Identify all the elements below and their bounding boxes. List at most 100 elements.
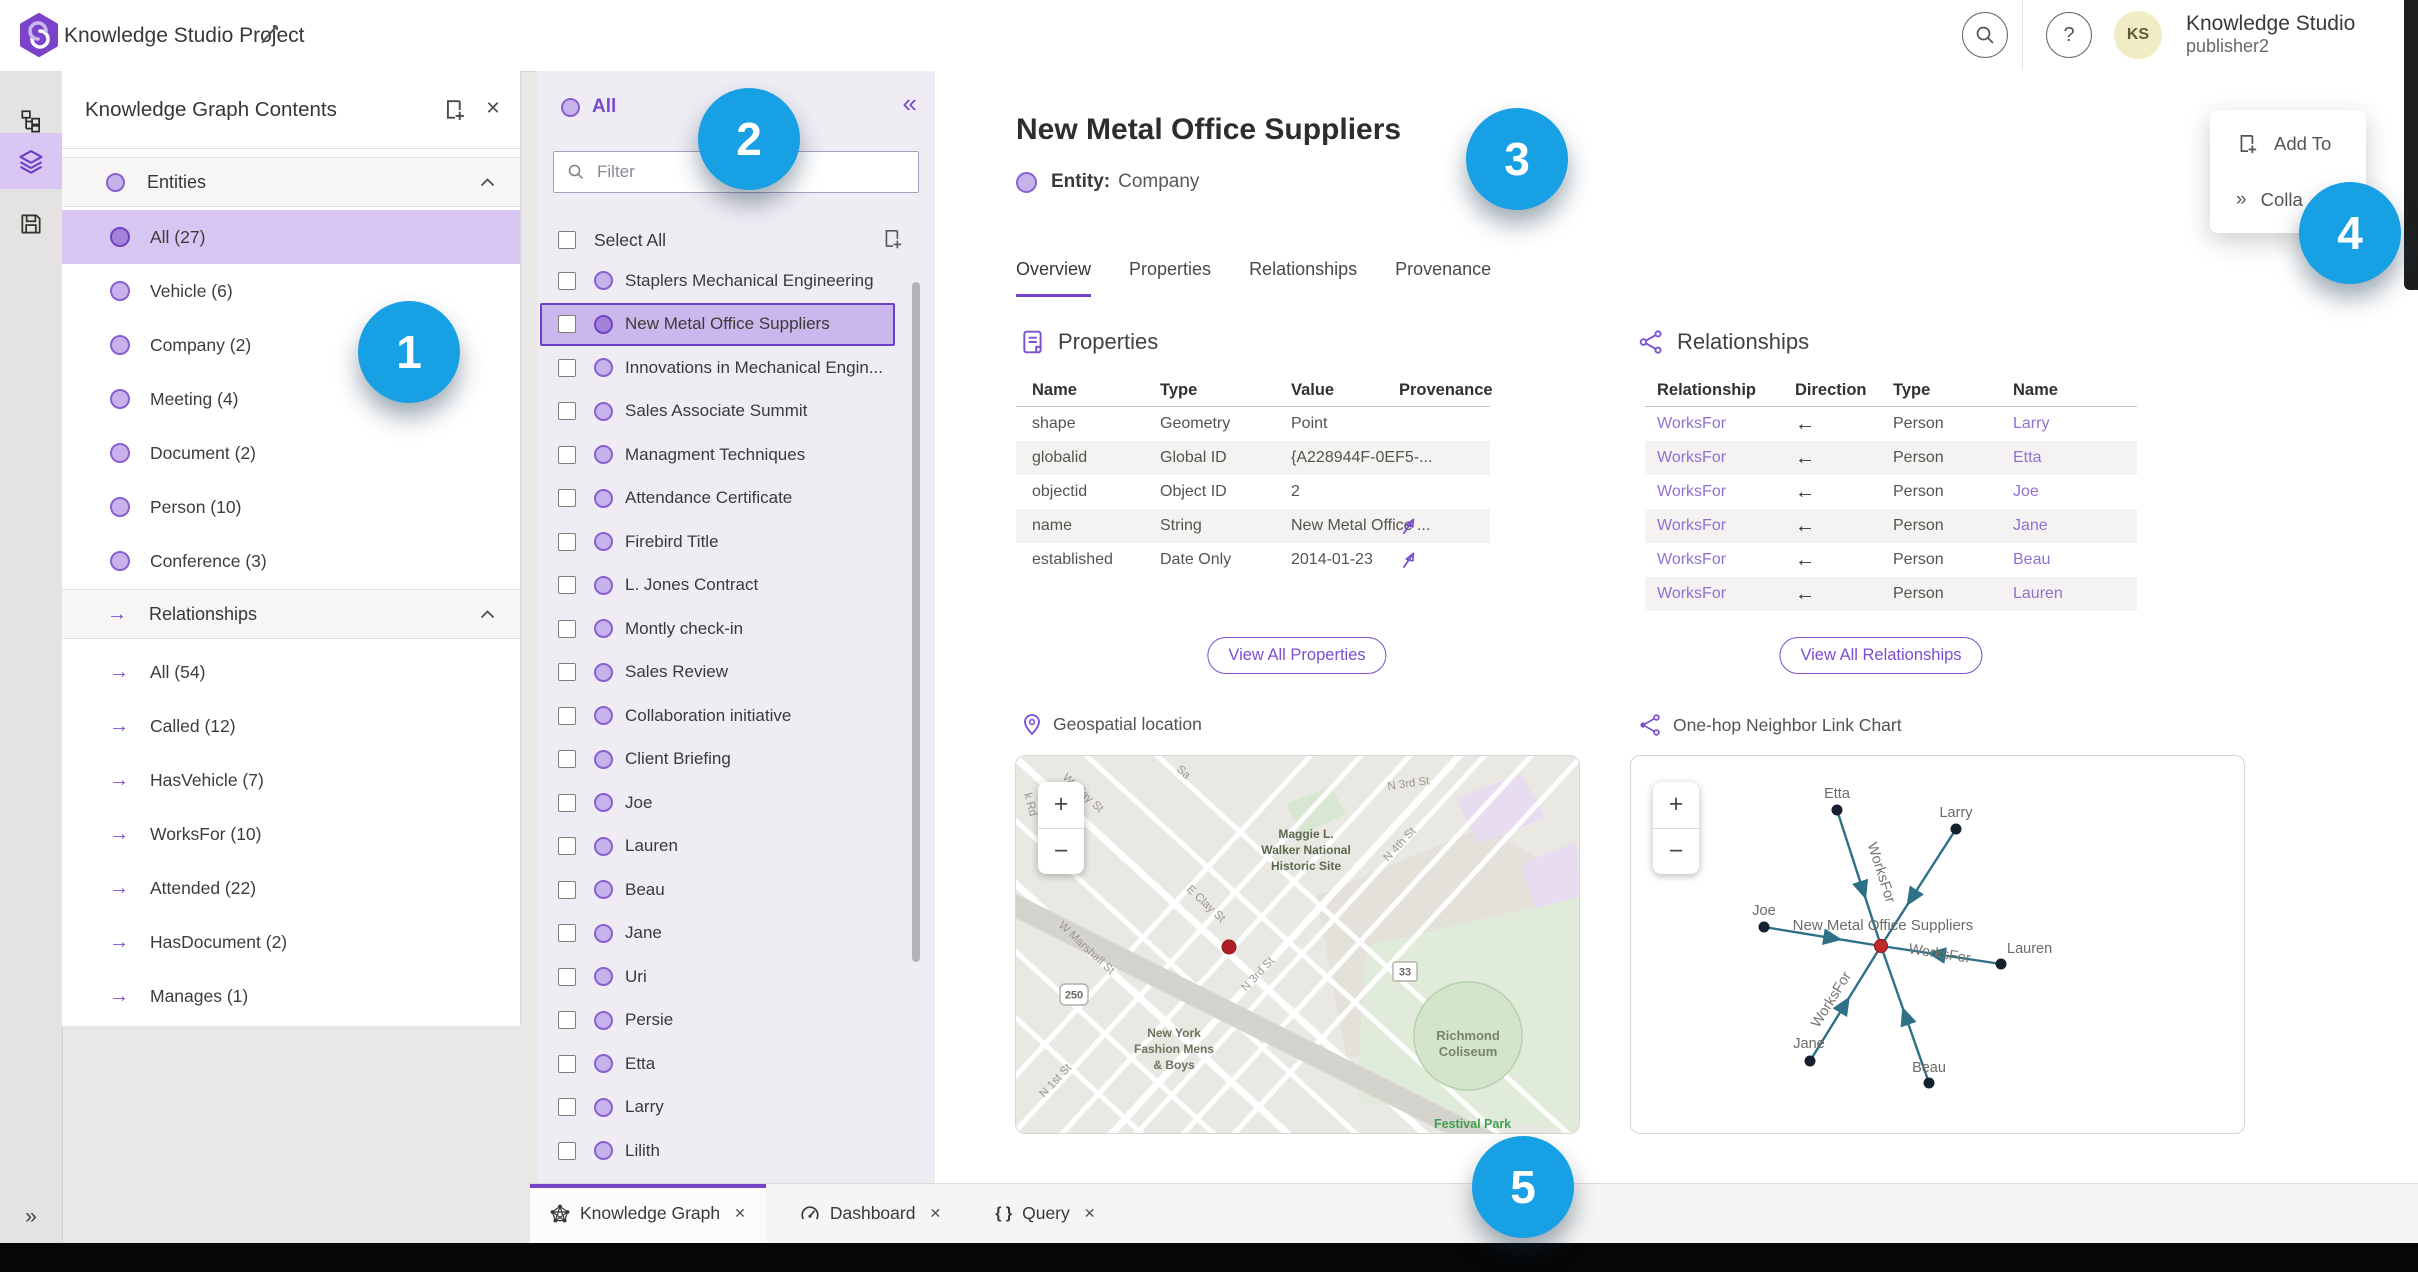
related-name-link[interactable]: Jane	[2013, 517, 2149, 535]
zoom-in-button[interactable]: +	[1038, 782, 1084, 829]
close-panel-button[interactable]: ✕	[478, 93, 508, 123]
item-checkbox[interactable]	[558, 315, 576, 334]
property-row[interactable]: globalid Global ID {A228944F-0EF5-...	[1016, 441, 1490, 475]
close-tab-icon[interactable]: ✕	[734, 1205, 746, 1222]
node-larry[interactable]	[1950, 823, 1962, 835]
tab-knowledge-graph[interactable]: Knowledge Graph ✕	[530, 1184, 766, 1243]
item-checkbox[interactable]	[558, 358, 576, 377]
item-checkbox[interactable]	[558, 271, 576, 290]
search-button[interactable]	[1962, 12, 2008, 58]
relationship-type-row[interactable]: → HasDocument (2)	[62, 915, 520, 969]
chevron-up-icon[interactable]	[480, 177, 495, 187]
relationship-type-row[interactable]: → Manages (1)	[62, 969, 520, 1023]
list-item[interactable]: Managment Techniques	[540, 433, 895, 477]
related-name-link[interactable]: Lauren	[2013, 585, 2149, 603]
item-checkbox[interactable]	[558, 576, 576, 595]
list-item[interactable]: Lilith	[540, 1129, 895, 1173]
relationship-row[interactable]: WorksFor ← Person Beau	[1645, 543, 2137, 577]
zoom-out-button[interactable]: −	[1653, 829, 1699, 875]
list-item[interactable]: Montly check-in	[540, 607, 895, 651]
geospatial-map[interactable]: + − k Rd Sa W St N 3rd St N 4th St Maggi…	[1015, 755, 1580, 1134]
entity-type-row[interactable]: Document (2)	[62, 426, 520, 480]
link-chart[interactable]: + − Etta Larry Joe Lauren Jane Beau New …	[1630, 755, 2245, 1134]
add-to-menu-item[interactable]: Add To	[2210, 116, 2366, 172]
list-item[interactable]: L. Jones Contract	[540, 564, 895, 608]
item-checkbox[interactable]	[558, 663, 576, 682]
item-checkbox[interactable]	[558, 1098, 576, 1117]
list-item[interactable]: Sales Review	[540, 651, 895, 695]
tab-properties[interactable]: Properties	[1129, 259, 1211, 297]
list-item[interactable]: Lauren	[540, 825, 895, 869]
relationship-type-row[interactable]: → All (54)	[62, 645, 520, 699]
item-checkbox[interactable]	[558, 1011, 576, 1030]
tab-relationships[interactable]: Relationships	[1249, 259, 1357, 297]
list-item[interactable]: Uri	[540, 955, 895, 999]
item-checkbox[interactable]	[558, 750, 576, 769]
tab-overview[interactable]: Overview	[1016, 259, 1092, 297]
view-all-properties-button[interactable]: View All Properties	[1207, 637, 1387, 674]
entity-type-row[interactable]: Person (10)	[62, 480, 520, 534]
relationship-link[interactable]: WorksFor	[1657, 449, 1795, 467]
item-checkbox[interactable]	[558, 880, 576, 899]
item-checkbox[interactable]	[558, 924, 576, 943]
zoom-out-button[interactable]: −	[1038, 829, 1084, 875]
node-lauren[interactable]	[1995, 958, 2007, 970]
view-all-relationships-button[interactable]: View All Relationships	[1779, 637, 1983, 674]
tab-dashboard[interactable]: Dashboard ✕	[780, 1184, 961, 1243]
rail-item-save[interactable]	[0, 196, 62, 252]
list-item[interactable]: Staplers Mechanical Engineering	[540, 259, 895, 303]
entities-section-header[interactable]: Entities	[62, 157, 520, 207]
knowledge-studio-logo-icon[interactable]	[16, 12, 62, 58]
relationship-type-row[interactable]: → WorksFor (10)	[62, 807, 520, 861]
item-checkbox[interactable]	[558, 619, 576, 638]
relationships-section-header[interactable]: → Relationships	[62, 589, 520, 639]
related-name-link[interactable]: Beau	[2013, 551, 2149, 569]
list-item[interactable]: Beau	[540, 868, 895, 912]
item-checkbox[interactable]	[558, 967, 576, 986]
rail-expand-button[interactable]: »	[0, 1197, 62, 1237]
relationship-row[interactable]: WorksFor ← Person Joe	[1645, 475, 2137, 509]
related-name-link[interactable]: Joe	[2013, 483, 2149, 501]
item-checkbox[interactable]	[558, 837, 576, 856]
relationship-row[interactable]: WorksFor ← Person Jane	[1645, 509, 2137, 543]
map-canvas[interactable]: k Rd Sa W Clay St N 3rd St N 4th St Magg…	[1016, 756, 1580, 1133]
relationship-type-row[interactable]: → HasVehicle (7)	[62, 753, 520, 807]
property-row[interactable]: established Date Only 2014-01-23	[1016, 543, 1490, 577]
item-checkbox[interactable]	[558, 1141, 576, 1160]
account-info[interactable]: Knowledge Studio publisher2	[2186, 12, 2355, 57]
select-all-checkbox[interactable]	[558, 231, 576, 249]
entity-type-row[interactable]: All (27)	[62, 210, 520, 264]
relationship-link[interactable]: WorksFor	[1657, 517, 1795, 535]
edit-title-icon[interactable]	[258, 24, 280, 46]
chevron-up-icon[interactable]	[480, 609, 495, 619]
entity-type-row[interactable]: Vehicle (6)	[62, 264, 520, 318]
list-item[interactable]: Etta	[540, 1042, 895, 1086]
list-item[interactable]: Jane	[540, 912, 895, 956]
list-item[interactable]: Firebird Title	[540, 520, 895, 564]
relationship-link[interactable]: WorksFor	[1657, 415, 1795, 433]
item-checkbox[interactable]	[558, 706, 576, 725]
add-item-button[interactable]	[442, 97, 468, 123]
list-item[interactable]: Persie	[540, 999, 895, 1043]
collapse-panel-button[interactable]: «	[903, 88, 917, 119]
close-tab-icon[interactable]: ✕	[929, 1205, 941, 1222]
close-tab-icon[interactable]: ✕	[1084, 1205, 1096, 1222]
list-item[interactable]: Sales Associate Summit	[540, 390, 895, 434]
relationship-link[interactable]: WorksFor	[1657, 585, 1795, 603]
property-row[interactable]: shape Geometry Point	[1016, 407, 1490, 441]
provenance-flag-icon[interactable]	[1399, 516, 1506, 536]
link-chart-canvas[interactable]: Etta Larry Joe Lauren Jane Beau New Meta…	[1631, 756, 2245, 1133]
entity-type-row[interactable]: Conference (3)	[62, 534, 520, 588]
related-name-link[interactable]: Etta	[2013, 449, 2149, 467]
node-beau[interactable]	[1923, 1077, 1935, 1089]
item-checkbox[interactable]	[558, 1054, 576, 1073]
list-item[interactable]: New Metal Office Suppliers	[540, 302, 895, 346]
property-row[interactable]: objectid Object ID 2	[1016, 475, 1490, 509]
list-item[interactable]: Attendance Certificate	[540, 477, 895, 521]
related-name-link[interactable]: Larry	[2013, 415, 2149, 433]
add-selection-button[interactable]	[881, 227, 905, 251]
item-checkbox[interactable]	[558, 402, 576, 421]
rail-item-contents[interactable]	[0, 133, 62, 189]
node-etta[interactable]	[1831, 804, 1843, 816]
help-button[interactable]: ?	[2046, 12, 2092, 58]
